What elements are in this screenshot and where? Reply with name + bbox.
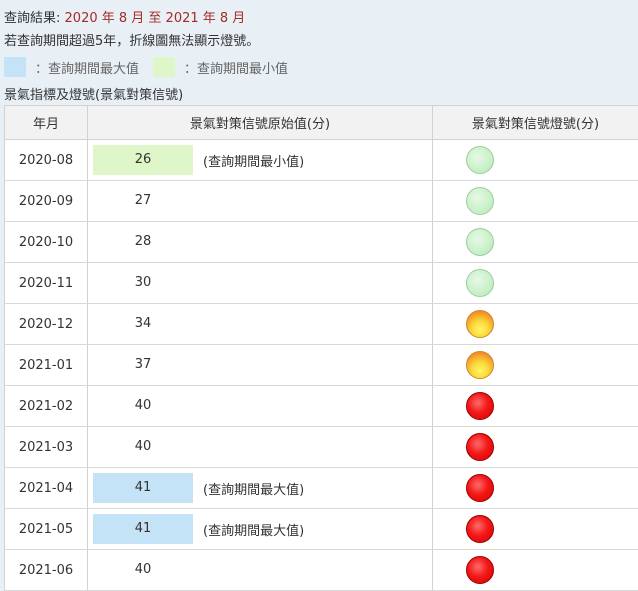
signal-light-yellow-red-icon bbox=[466, 351, 494, 379]
row-light-cell bbox=[433, 345, 638, 386]
signal-light-yellow-red-icon bbox=[466, 310, 494, 338]
legend-max-swatch bbox=[4, 57, 26, 77]
row-light-cell bbox=[433, 222, 638, 263]
table-row: 2020-0826 (查詢期間最小值) bbox=[5, 140, 638, 181]
row-value: 30 bbox=[93, 268, 193, 298]
row-value: 40 bbox=[93, 391, 193, 421]
table-row: 2021-0640 bbox=[5, 550, 638, 591]
table-row: 2021-0541 (查詢期間最大值) bbox=[5, 509, 638, 550]
row-light-cell bbox=[433, 427, 638, 468]
row-value: 26 bbox=[93, 145, 193, 175]
row-value: 40 bbox=[93, 432, 193, 462]
query-range: 2020 年 8 月 至 2021 年 8 月 bbox=[65, 11, 246, 26]
signal-light-green-icon bbox=[466, 187, 494, 215]
table-header-row: 年月 景氣對策信號原始值(分) 景氣對策信號燈號(分) bbox=[5, 106, 638, 140]
row-value-cell: 34 bbox=[88, 304, 433, 345]
row-value-cell: 30 bbox=[88, 263, 433, 304]
row-month: 2020-10 bbox=[5, 222, 88, 263]
signal-light-green-icon bbox=[466, 269, 494, 297]
row-month: 2021-03 bbox=[5, 427, 88, 468]
row-month: 2020-11 bbox=[5, 263, 88, 304]
legend-min-label: ：查詢期間最小值 bbox=[184, 58, 288, 77]
row-light-cell bbox=[433, 468, 638, 509]
row-value: 41 bbox=[93, 514, 193, 544]
row-value-note: (查詢期間最大值) bbox=[203, 524, 304, 539]
row-value-cell: 27 bbox=[88, 181, 433, 222]
query-note: 若查詢期間超過5年，折線圖無法顯示燈號。 bbox=[4, 33, 259, 51]
row-value-cell: 41 (查詢期間最大值) bbox=[88, 509, 433, 550]
table-row: 2021-0340 bbox=[5, 427, 638, 468]
row-value-cell: 37 bbox=[88, 345, 433, 386]
signal-light-red-icon bbox=[466, 392, 494, 420]
signal-light-green-icon bbox=[466, 228, 494, 256]
table-row: 2021-0240 bbox=[5, 386, 638, 427]
row-month: 2021-04 bbox=[5, 468, 88, 509]
legend-min-swatch bbox=[153, 57, 175, 77]
row-value: 41 bbox=[93, 473, 193, 503]
header-raw-value: 景氣對策信號原始值(分) bbox=[88, 106, 433, 140]
query-result-label: 查詢結果: bbox=[4, 11, 60, 26]
row-light-cell bbox=[433, 263, 638, 304]
row-month: 2021-02 bbox=[5, 386, 88, 427]
row-value-cell: 28 bbox=[88, 222, 433, 263]
signal-light-red-icon bbox=[466, 556, 494, 584]
header-month: 年月 bbox=[5, 106, 88, 140]
row-light-cell bbox=[433, 304, 638, 345]
table-row: 2020-1028 bbox=[5, 222, 638, 263]
row-value: 34 bbox=[93, 309, 193, 339]
row-value: 37 bbox=[93, 350, 193, 380]
table-row: 2021-0137 bbox=[5, 345, 638, 386]
signal-light-red-icon bbox=[466, 515, 494, 543]
signal-light-green-icon bbox=[466, 146, 494, 174]
table-row: 2020-1234 bbox=[5, 304, 638, 345]
row-light-cell bbox=[433, 386, 638, 427]
row-value-cell: 26 (查詢期間最小值) bbox=[88, 140, 433, 181]
row-month: 2021-06 bbox=[5, 550, 88, 591]
row-value-cell: 40 bbox=[88, 427, 433, 468]
table-row: 2021-0441 (查詢期間最大值) bbox=[5, 468, 638, 509]
row-month: 2021-05 bbox=[5, 509, 88, 550]
row-month: 2020-08 bbox=[5, 140, 88, 181]
row-value-note: (查詢期間最小值) bbox=[203, 155, 304, 170]
row-light-cell bbox=[433, 550, 638, 591]
legend-max-label: ：查詢期間最大值 bbox=[35, 58, 139, 77]
legend: ：查詢期間最大值 ：查詢期間最小值 bbox=[4, 57, 302, 77]
signal-light-red-icon bbox=[466, 474, 494, 502]
row-light-cell bbox=[433, 140, 638, 181]
row-light-cell bbox=[433, 509, 638, 550]
signal-table: 年月 景氣對策信號原始值(分) 景氣對策信號燈號(分) 2020-0826 (查詢… bbox=[4, 105, 638, 591]
row-value-cell: 40 bbox=[88, 550, 433, 591]
row-month: 2020-12 bbox=[5, 304, 88, 345]
table-row: 2020-0927 bbox=[5, 181, 638, 222]
signal-light-red-icon bbox=[466, 433, 494, 461]
header-light: 景氣對策信號燈號(分) bbox=[433, 106, 638, 140]
row-value-note: (查詢期間最大值) bbox=[203, 483, 304, 498]
query-result: 查詢結果: 2020 年 8 月 至 2021 年 8 月 bbox=[4, 10, 245, 28]
row-value-cell: 40 bbox=[88, 386, 433, 427]
row-month: 2021-01 bbox=[5, 345, 88, 386]
row-value-cell: 41 (查詢期間最大值) bbox=[88, 468, 433, 509]
row-value: 27 bbox=[93, 186, 193, 216]
row-light-cell bbox=[433, 181, 638, 222]
row-value: 28 bbox=[93, 227, 193, 257]
row-month: 2020-09 bbox=[5, 181, 88, 222]
table-row: 2020-1130 bbox=[5, 263, 638, 304]
row-value: 40 bbox=[93, 555, 193, 585]
section-title: 景氣指標及燈號(景氣對策信號) bbox=[4, 87, 183, 105]
